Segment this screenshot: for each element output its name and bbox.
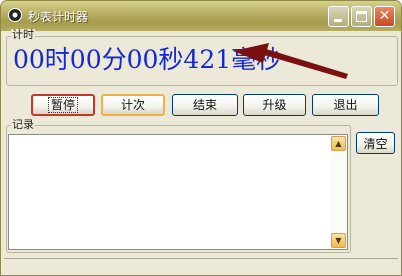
stopwatch-window: 秒表计时器 ✕ 计时 00时00分00秒421毫秒 暂停 计次 结束 升级 退出… [0, 0, 402, 276]
exit-button[interactable]: 退出 [312, 94, 379, 116]
timer-group-label: 计时 [11, 28, 35, 41]
close-button[interactable]: ✕ [374, 6, 395, 27]
record-scrollbar[interactable]: ▲ ▼ [330, 135, 347, 249]
close-icon: ✕ [378, 8, 391, 24]
minimize-icon [334, 19, 342, 22]
upgrade-button[interactable]: 升级 [243, 94, 306, 116]
timer-display: 00时00分00秒421毫秒 [13, 45, 282, 74]
status-bar [4, 258, 398, 273]
title-bar[interactable]: 秒表计时器 ✕ [1, 1, 401, 31]
maximize-icon [356, 11, 367, 22]
window-title: 秒表计时器 [28, 10, 89, 24]
lap-button[interactable]: 计次 [101, 94, 165, 116]
minimize-button[interactable] [328, 6, 349, 27]
clear-button[interactable]: 清空 [356, 132, 395, 154]
pause-button[interactable]: 暂停 [31, 94, 95, 116]
end-button[interactable]: 结束 [172, 94, 238, 116]
scroll-up-icon[interactable]: ▲ [331, 136, 346, 151]
record-group-label: 记录 [11, 118, 35, 131]
record-list[interactable] [8, 134, 348, 250]
pause-button-label: 暂停 [47, 97, 78, 113]
app-icon[interactable] [8, 8, 22, 22]
scroll-down-icon[interactable]: ▼ [331, 233, 346, 248]
maximize-button[interactable] [351, 6, 372, 27]
